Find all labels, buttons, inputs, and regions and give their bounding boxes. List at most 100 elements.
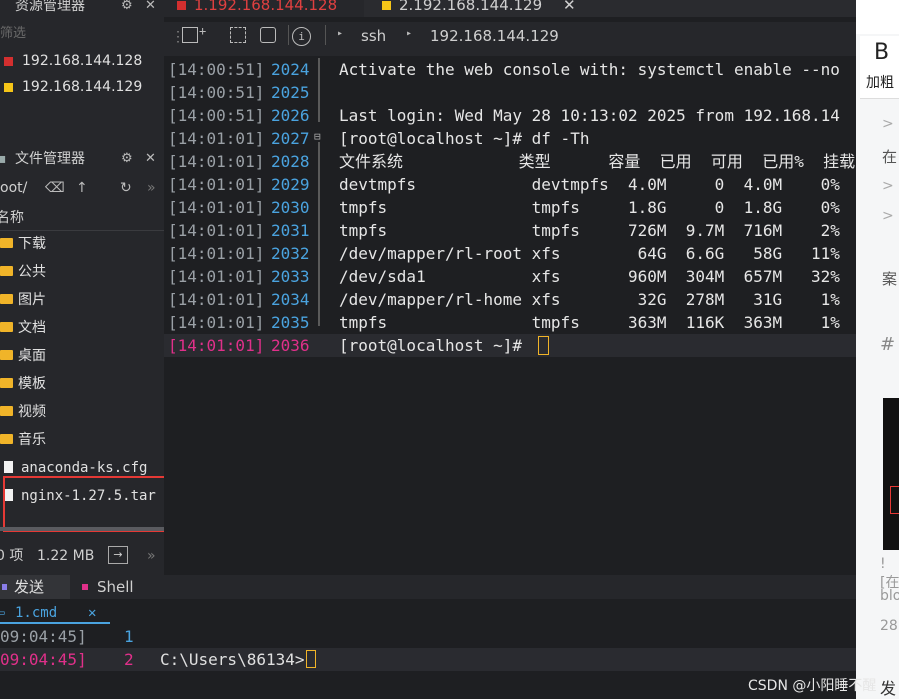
file-list-item[interactable]: 模板 [0,371,164,397]
folder-icon [0,378,13,388]
file-name: 模板 [18,376,46,392]
session-tab-bar: 1.192.168.144.128 2.192.168.144.129 ✕ [164,0,856,17]
cmd-tab[interactable]: ▭ 1.cmd ✕ [0,603,110,623]
line-text: /dev/sda1 xfs 960M 304M 657M 32% [339,267,840,286]
file-list-item[interactable]: 视频 [0,399,164,425]
up-arrow-icon[interactable]: ↑ [76,176,88,200]
file-name: 下载 [18,236,46,252]
timestamp: 09:04:45] [0,627,87,646]
file-list-item[interactable]: 公共 [0,259,164,285]
fold-icon[interactable]: ⊟ [314,130,321,143]
line-number: 2031 [271,221,310,240]
file-list-item[interactable]: 图片 [0,287,164,313]
new-session-icon[interactable] [182,27,198,43]
folder-icon [0,406,13,416]
snippet: # [880,334,896,355]
bold-label: 加粗 [866,75,894,91]
embedded-highlight [890,486,899,514]
quote-marker: > [882,116,894,132]
close-icon[interactable]: ✕ [145,0,156,17]
file-list-item[interactable]: 音乐 [0,427,164,453]
tab-session-1[interactable]: 1.192.168.144.128 [164,0,364,17]
terminal-icon: ▭ [0,606,5,619]
resource-manager-title: 资源管理器 [15,0,85,14]
folder-icon [0,434,13,444]
filter-input[interactable]: 筛选 [0,22,164,46]
snippet: blo [880,588,899,604]
timestamp: [14:00:51] [168,106,265,125]
file-manager-title: 文件管理器 [15,151,85,167]
session-label: 192.168.144.128 [22,53,143,69]
duplicate-icon[interactable] [260,27,276,43]
file-manager-header: ▪ 文件管理器 ⚙ ✕ [0,148,164,170]
terminal-line: [14:01:01] 2031 tmpfs tmpfs 726M 9.7M 716M… [164,219,856,242]
column-header-name[interactable]: 名称 [0,206,164,231]
cmd-line-active[interactable]: 09:04:45] 2 C:\Users\86134> [0,648,856,671]
terminal-line: [14:01:01] 2029 devtmpfs devtmpfs 4.0M 0 4… [164,173,856,196]
terminal-line: [14:00:51] 2026 Last login: Wed May 28 10:… [164,104,856,127]
file-name: 文档 [18,320,46,336]
timestamp: [14:00:51] [168,83,265,102]
line-number: 2036 [271,336,310,355]
fold-bar [318,58,320,122]
tab-shell[interactable]: Shell [80,575,160,599]
refresh-icon[interactable]: ↻ [120,176,132,200]
folder-icon [0,350,13,360]
disconnect-icon[interactable] [230,27,246,43]
close-tab-icon[interactable]: ✕ [88,603,96,623]
close-icon[interactable]: ✕ [145,148,156,170]
clear-icon[interactable]: ⌫ [45,176,65,200]
file-list-item[interactable]: 下载 [0,231,164,257]
line-number: 2027 [271,129,310,148]
watermark: CSDN @小阳睡不醒 [748,678,877,694]
line-text: Last login: Wed May 28 10:13:02 2025 fro… [339,106,840,125]
line-number: 1 [124,627,134,646]
gear-icon[interactable]: ⚙ [121,148,133,170]
breadcrumb-protocol[interactable]: ssh [361,27,386,45]
timestamp: [14:01:01] [168,313,265,332]
breadcrumb-host[interactable]: 192.168.144.129 [430,27,559,45]
tab-label: 1.cmd [15,605,58,621]
scrollbar[interactable] [0,527,164,531]
tab-label: 发送 [14,578,45,596]
info-icon[interactable]: i [292,27,311,46]
resource-manager-header: 资源管理器 ⚙ ✕ [0,0,164,17]
tab-label: Shell [97,578,134,596]
tab-color-icon [177,1,186,10]
more-icon[interactable]: » [147,176,156,200]
filter-placeholder: 筛选 [0,26,27,41]
timestamp: [14:01:01] [168,221,265,240]
terminal-line: [14:01:01] 2032/dev/mapper/rl-root xfs 64… [164,242,856,265]
session-item-128[interactable]: 192.168.144.128 [0,48,164,74]
tab-send[interactable]: 发送 [0,575,70,599]
file-list-item[interactable]: 文档 [0,315,164,341]
more-icon[interactable]: » [147,544,156,568]
upload-icon[interactable]: → [108,546,128,564]
timestamp: [14:01:01] [168,244,265,263]
tab-color-icon [382,1,391,10]
line-number: 2030 [271,198,310,217]
close-tab-icon[interactable]: ✕ [563,0,576,15]
gear-icon[interactable]: ⚙ [121,0,133,17]
path-input[interactable]: oot/ [0,176,27,200]
folder-icon [0,322,13,332]
terminal-toolbar: ⋮ + i ▸ ssh ▸ 192.168.144.129 [164,22,856,56]
line-number: 2034 [271,290,310,309]
tab-session-2[interactable]: 2.192.168.144.129 ✕ [374,0,594,17]
line-number: 2026 [271,106,310,125]
timestamp: [14:01:01] [168,290,265,309]
line-number: 2032 [271,244,310,263]
snippet: 28 [880,618,898,634]
embedded-screenshot [883,398,899,550]
session-item-129[interactable]: 192.168.144.129 [0,74,164,100]
bold-button[interactable]: B 加粗 [860,36,899,99]
terminal-output[interactable]: [14:00:51] 2024 Activate the web console w… [164,56,856,576]
file-list-item[interactable]: 桌面 [0,343,164,369]
line-text: [root@localhost ~]# df -Th [339,129,590,148]
terminal-line: [14:01:01] 2034/dev/mapper/rl-home xfs 32… [164,288,856,311]
file-name: 桌面 [18,348,46,364]
file-manager-icon: ▪ [0,151,7,167]
folder-icon [0,238,13,248]
terminal-line: [14:01:01] 2030 tmpfs tmpfs 1.8G 0 1.8G 0% [164,196,856,219]
dropdown-icon[interactable]: + [199,24,206,38]
